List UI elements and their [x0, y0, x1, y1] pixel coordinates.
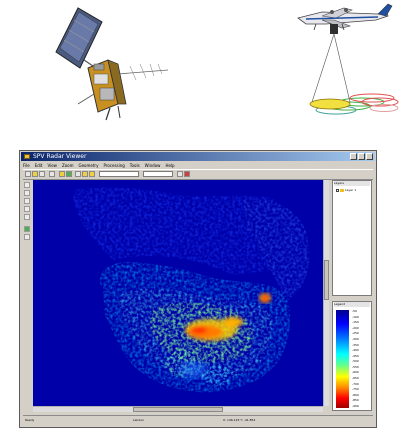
legend-tick-label: -450 [352, 353, 359, 358]
satellite-icon [55, 7, 169, 121]
pan-tool-icon[interactable] [24, 206, 30, 212]
scale-field[interactable] [99, 171, 139, 177]
pan-icon[interactable] [82, 171, 88, 177]
select-tool-icon[interactable] [24, 234, 30, 240]
legend-tick-label: -400 [352, 348, 359, 353]
layer-name: Layer 1 [345, 188, 357, 192]
horizontal-scrollbar[interactable] [33, 406, 323, 412]
layer-checkbox[interactable] [336, 188, 339, 192]
legend-tick-label: -850 [352, 398, 359, 403]
zoom-in-tool-icon[interactable] [24, 190, 30, 196]
legend-panel: Legend -50 -100 -150 -200 -250 -300 -350 -400 -4… [332, 301, 372, 411]
open-folder-icon[interactable] [32, 171, 38, 177]
map-canvas[interactable] [33, 180, 323, 406]
aircraft-icon [297, 3, 399, 115]
legend-tick-label: -150 [352, 320, 359, 325]
layer-icon[interactable] [59, 171, 65, 177]
zoom-out-tool-icon[interactable] [24, 198, 30, 204]
menu-view[interactable]: View [47, 162, 57, 169]
layer-item[interactable]: Layer 1 [336, 188, 356, 192]
toolbar [23, 169, 373, 180]
new-icon[interactable] [25, 171, 31, 177]
legend-tick-label: -750 [352, 387, 359, 392]
menu-processing[interactable]: Processing [103, 162, 124, 169]
legend-tick-label: -300 [352, 336, 359, 341]
layer-color-swatch [340, 188, 344, 192]
legend-tick-label: -600 [352, 370, 359, 375]
refresh-icon[interactable] [89, 171, 95, 177]
legend-colorbar [336, 310, 349, 408]
maximize-button[interactable] [358, 153, 365, 160]
add-layer-icon[interactable] [66, 171, 72, 177]
close-button[interactable] [366, 153, 373, 160]
menu-zoom[interactable]: Zoom [62, 162, 74, 169]
legend-title: Legend [334, 302, 370, 307]
window-title: SPV Radar Viewer [33, 153, 87, 160]
status-bar: Ready Lat/Lon X: 146.123 Y: -41.852 [23, 415, 373, 425]
menu-tools[interactable]: Tools [130, 162, 140, 169]
status-coordinates: X: 146.123 Y: -41.852 [223, 418, 256, 422]
legend-tick-label: -350 [352, 342, 359, 347]
menu-window[interactable]: Window [145, 162, 161, 169]
stop-icon[interactable] [184, 171, 190, 177]
pointer-icon[interactable] [24, 182, 30, 188]
legend-tick-label: -500 [352, 359, 359, 364]
vertical-scroll-thumb[interactable] [324, 260, 329, 300]
info-icon[interactable] [177, 171, 183, 177]
probe-tool-icon[interactable] [24, 226, 30, 232]
status-left: Ready [25, 418, 35, 422]
left-toolbox [23, 180, 32, 410]
menu-file[interactable]: File [23, 162, 30, 169]
legend-tick-label: -200 [352, 325, 359, 330]
zoom-in-icon[interactable] [75, 171, 81, 177]
save-icon[interactable] [39, 171, 45, 177]
legend-tick-label: -50 [352, 309, 357, 313]
vertical-scrollbar[interactable] [323, 180, 329, 406]
legend-ticks: -50 -100 -150 -200 -250 -300 -350 -400 -450 -500-… [352, 310, 370, 408]
layers-panel: Layers Layer 1 [332, 180, 372, 296]
legend-tick-label: -800 [352, 392, 359, 397]
title-bar: SPV Radar Viewer [21, 152, 375, 161]
menu-help[interactable]: Help [165, 162, 174, 169]
menu-geometry[interactable]: Geometry [78, 162, 98, 169]
minimize-button[interactable] [350, 153, 357, 160]
legend-tick-label: -100 [352, 314, 359, 319]
legend-tick-label: -550 [352, 364, 359, 369]
measure-tool-icon[interactable] [24, 214, 30, 220]
app-icon [24, 154, 30, 159]
horizontal-scroll-thumb[interactable] [133, 407, 223, 412]
legend-tick-label: -650 [352, 376, 359, 381]
layer-select[interactable] [143, 171, 173, 177]
menu-bar: File Edit View Zoom Geometry Processing … [23, 162, 175, 169]
layers-panel-title: Layers [334, 181, 370, 186]
legend-tick-label: -250 [352, 331, 359, 336]
app-window: SPV Radar Viewer File Edit View Zoom Geo… [19, 150, 377, 428]
legend-tick-label: -900 [352, 404, 359, 408]
menu-edit[interactable]: Edit [35, 162, 43, 169]
print-icon[interactable] [49, 171, 55, 177]
legend-tick-label: -700 [352, 381, 359, 386]
status-middle: Lat/Lon [133, 418, 145, 422]
